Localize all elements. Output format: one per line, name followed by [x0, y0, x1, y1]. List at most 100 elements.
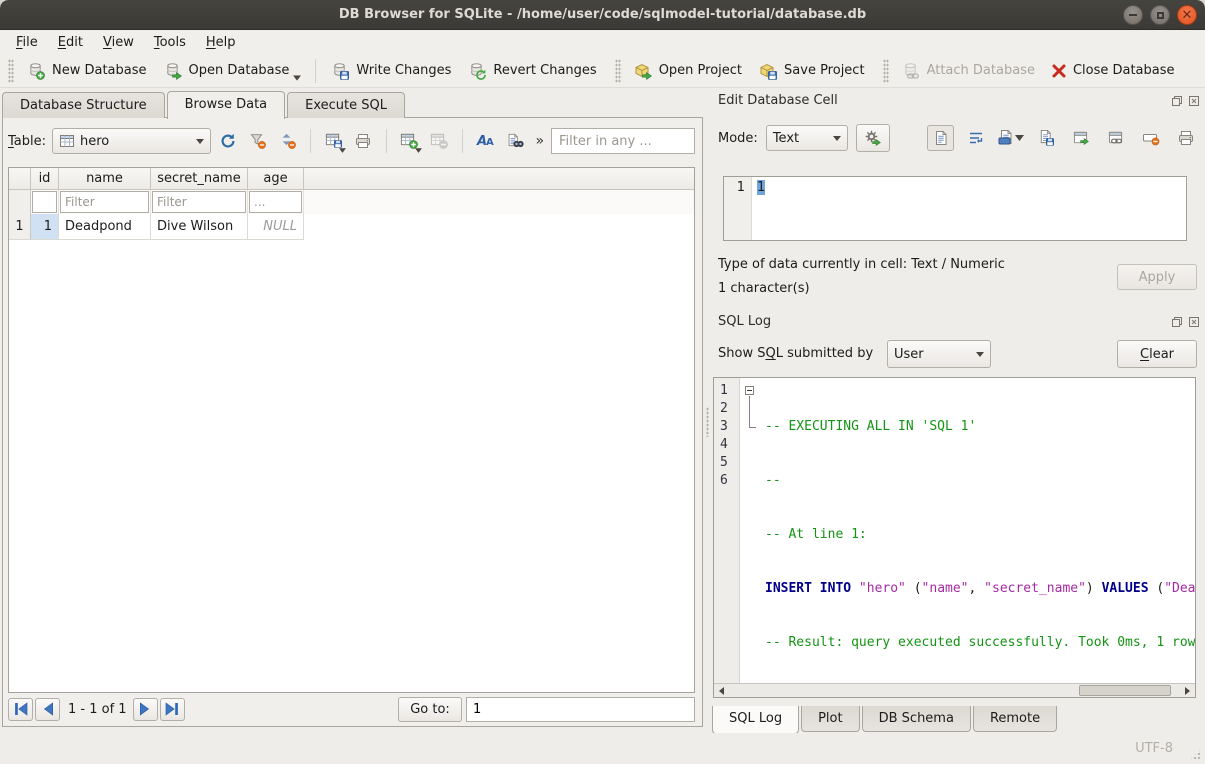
- first-record-button[interactable]: [8, 698, 33, 721]
- chevron-down-icon: [196, 139, 204, 144]
- cell-secret-name[interactable]: Dive Wilson: [151, 214, 248, 240]
- toolbar-grip[interactable]: [883, 59, 889, 83]
- mode-select[interactable]: Text: [766, 125, 848, 151]
- sql-log-view[interactable]: 1 2 3 4 5 6 -- EXECUTING ALL IN 'SQL 1' …: [713, 377, 1196, 698]
- word-wrap-button[interactable]: [962, 125, 989, 151]
- text-mode-button[interactable]: [927, 125, 954, 151]
- close-database-button[interactable]: Close Database: [1043, 59, 1183, 83]
- import-data-button[interactable]: [997, 125, 1024, 151]
- export-data-button[interactable]: [1032, 125, 1059, 151]
- link-cell-button[interactable]: [1102, 125, 1129, 151]
- goto-button[interactable]: Go to:: [398, 697, 462, 722]
- open-database-button[interactable]: Open Database: [155, 57, 310, 85]
- apply-button[interactable]: Apply: [1117, 264, 1197, 290]
- scrollbar-thumb[interactable]: [1079, 685, 1171, 696]
- minimize-button[interactable]: [1123, 5, 1143, 25]
- set-null-button[interactable]: [1137, 125, 1164, 151]
- filter-input-secret-name[interactable]: [152, 191, 246, 213]
- menu-view[interactable]: View: [93, 32, 144, 53]
- next-record-button[interactable]: [133, 698, 158, 721]
- refresh-button[interactable]: [214, 128, 241, 154]
- print-table-button[interactable]: [350, 128, 377, 154]
- print-cell-button[interactable]: [1172, 125, 1199, 151]
- column-header-secret-name[interactable]: secret_name: [151, 168, 248, 190]
- maximize-icon: [1157, 12, 1164, 19]
- clear-filters-button[interactable]: [244, 128, 271, 154]
- new-database-button[interactable]: New Database: [18, 57, 155, 85]
- find-button[interactable]: [502, 128, 529, 154]
- dock-close-button[interactable]: [1187, 315, 1201, 329]
- corner-header[interactable]: [9, 168, 31, 190]
- dock-float-button[interactable]: [1170, 94, 1184, 108]
- tab-remote[interactable]: Remote: [973, 706, 1057, 732]
- menu-tools[interactable]: Tools: [144, 32, 196, 53]
- dock-float-button[interactable]: [1170, 315, 1184, 329]
- panel-splitter[interactable]: [703, 117, 712, 727]
- cell-id[interactable]: 1: [31, 214, 59, 240]
- column-header-age[interactable]: age: [248, 168, 304, 190]
- resize-grip-icon[interactable]: [1189, 748, 1202, 761]
- cell-name[interactable]: Deadpond: [59, 214, 151, 240]
- save-project-button[interactable]: Save Project: [750, 57, 873, 85]
- toolbar-grip[interactable]: [615, 59, 621, 83]
- window-controls: ✕: [1123, 5, 1197, 25]
- last-record-button[interactable]: [160, 698, 185, 721]
- tab-database-structure[interactable]: Database Structure: [2, 92, 165, 118]
- cell-age[interactable]: NULL: [248, 214, 304, 240]
- column-header-id[interactable]: id: [31, 168, 59, 190]
- table-select[interactable]: hero: [52, 128, 211, 154]
- delete-record-button[interactable]: [426, 128, 453, 154]
- clear-sorting-button[interactable]: [274, 128, 301, 154]
- open-database-dropdown-icon[interactable]: [293, 75, 301, 81]
- filter-input-name[interactable]: [60, 191, 149, 213]
- menu-edit[interactable]: Edit: [48, 32, 93, 53]
- edit-cell-toolbar: Mode: Text: [718, 123, 1199, 153]
- editor-content[interactable]: 1: [752, 177, 1186, 240]
- menu-help[interactable]: Help: [196, 32, 246, 53]
- browse-controls: Table: hero: [8, 126, 695, 156]
- filter-input-age[interactable]: [249, 191, 302, 213]
- menu-file[interactable]: File: [6, 32, 48, 53]
- open-database-icon: [163, 61, 183, 81]
- encoding-indicator[interactable]: UTF-8: [1135, 741, 1173, 756]
- scroll-left-icon[interactable]: [715, 685, 728, 697]
- auto-import-button[interactable]: [856, 124, 890, 152]
- clear-log-button[interactable]: Clear: [1117, 340, 1197, 368]
- edit-font-button[interactable]: A A: [472, 128, 499, 154]
- close-button[interactable]: ✕: [1177, 5, 1197, 25]
- tab-plot[interactable]: Plot: [801, 706, 860, 732]
- export-table-button[interactable]: [320, 128, 347, 154]
- attach-database-button[interactable]: Attach Database: [893, 57, 1043, 85]
- filter-input-id[interactable]: [32, 191, 57, 213]
- log-horizontal-scrollbar[interactable]: [714, 683, 1195, 697]
- tab-browse-data[interactable]: Browse Data: [167, 91, 286, 119]
- toolbar-grip[interactable]: [8, 59, 14, 83]
- export-cell-button[interactable]: [1067, 125, 1094, 151]
- titlebar[interactable]: DB Browser for SQLite - /home/user/code/…: [0, 0, 1205, 30]
- tab-db-schema[interactable]: DB Schema: [862, 706, 971, 732]
- filter-any-column-input[interactable]: [551, 128, 695, 154]
- toolbar-overflow-button[interactable]: »: [531, 133, 548, 149]
- dock-close-button[interactable]: [1187, 94, 1201, 108]
- scroll-right-icon[interactable]: [1181, 685, 1194, 697]
- app-window: DB Browser for SQLite - /home/user/code/…: [0, 0, 1205, 764]
- tab-execute-sql[interactable]: Execute SQL: [287, 92, 405, 118]
- sql-log-dock-buttons: [1170, 315, 1201, 329]
- clear-filters-icon: [249, 132, 267, 150]
- revert-changes-button[interactable]: Revert Changes: [459, 57, 604, 85]
- open-project-button[interactable]: Open Project: [625, 57, 750, 85]
- cell-value-editor[interactable]: 1 1: [723, 176, 1187, 241]
- goto-input[interactable]: [466, 697, 695, 722]
- dock-float-icon: [1171, 95, 1183, 107]
- maximize-button[interactable]: [1150, 5, 1170, 25]
- tab-sql-log[interactable]: SQL Log: [712, 706, 799, 734]
- sql-source-select[interactable]: User: [887, 340, 991, 368]
- toolbar-separator: [310, 129, 311, 153]
- insert-record-button[interactable]: [396, 128, 423, 154]
- column-header-name[interactable]: name: [59, 168, 151, 190]
- log-code[interactable]: -- EXECUTING ALL IN 'SQL 1' -- -- At lin…: [741, 378, 1195, 683]
- row-number[interactable]: 1: [9, 214, 31, 240]
- previous-record-button[interactable]: [35, 698, 60, 721]
- find-icon: [506, 132, 524, 150]
- write-changes-button[interactable]: Write Changes: [322, 57, 459, 85]
